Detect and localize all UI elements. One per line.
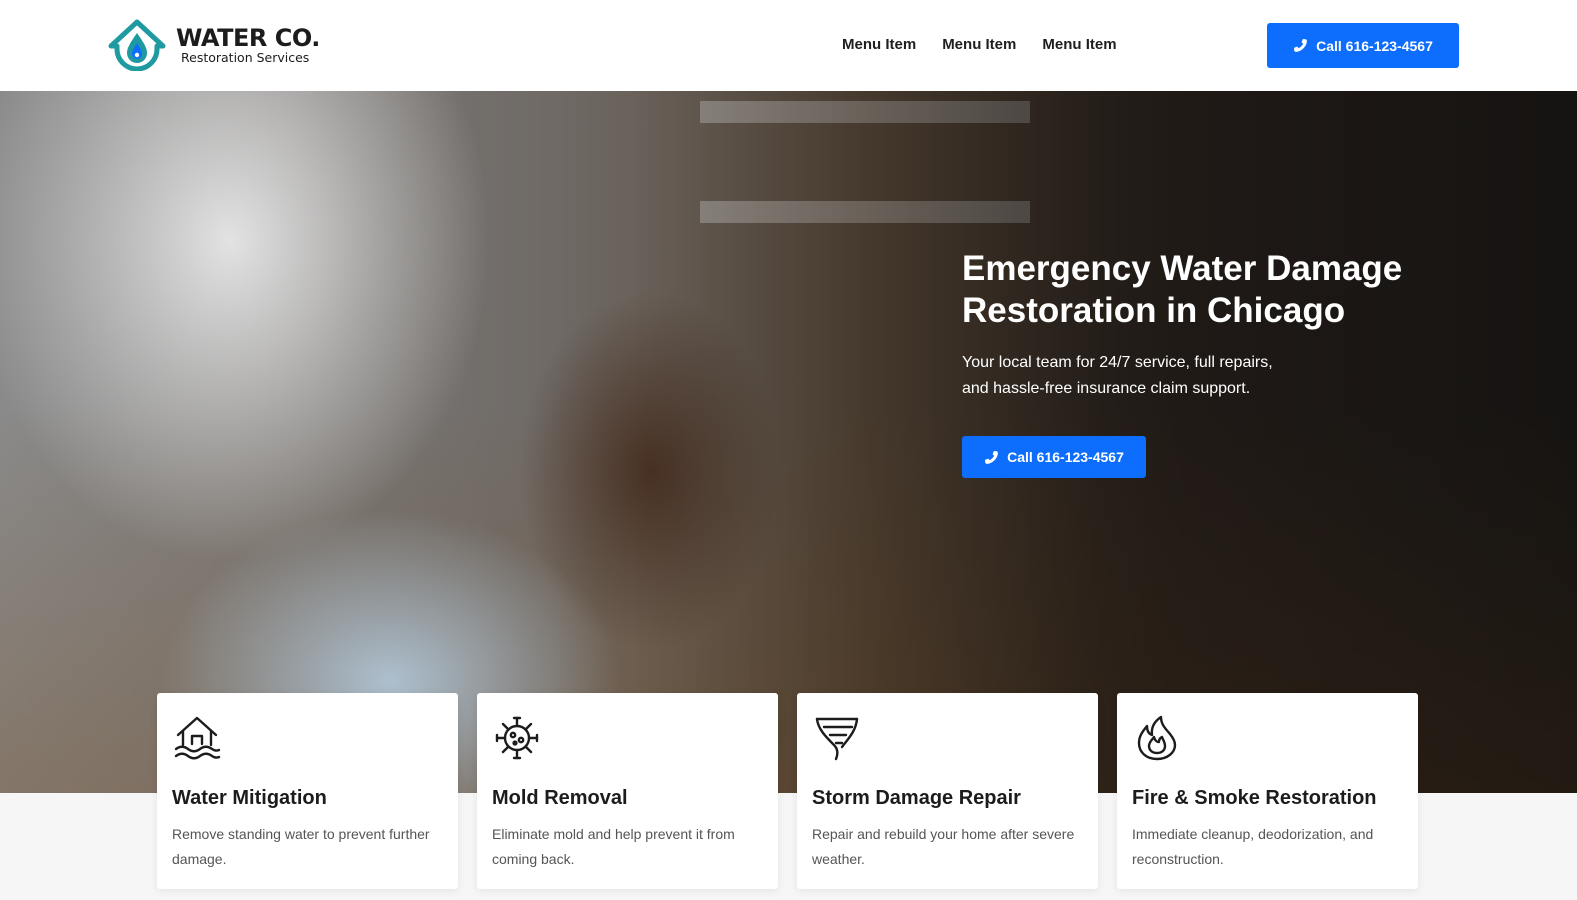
- phone-icon: [985, 450, 998, 464]
- phone-icon: [1294, 39, 1307, 52]
- hero-call-label: Call 616-123-4567: [1007, 449, 1124, 465]
- service-description: Repair and rebuild your home after sever…: [812, 826, 1075, 867]
- service-title: Storm Damage Repair: [812, 787, 1021, 809]
- main-nav: Menu Item Menu Item Menu Item: [842, 36, 1117, 53]
- services-list: Water Mitigation Remove standing water t…: [157, 693, 1418, 889]
- brand-name: WATER CO.: [176, 23, 320, 52]
- hero-subtitle: Your local team for 24/7 service, full r…: [962, 354, 1273, 397]
- mold-spore-icon: [495, 716, 539, 760]
- service-description: Remove standing water to prevent further…: [172, 826, 430, 867]
- header-call-button[interactable]: Call 616-123-4567: [1267, 23, 1459, 68]
- hero-overlay: [0, 91, 1577, 793]
- service-description: Immediate cleanup, deodorization, and re…: [1132, 826, 1374, 867]
- site-header: WATER CO. Restoration Services Menu Item…: [0, 0, 1577, 91]
- service-card-storm-damage[interactable]: Storm Damage Repair Repair and rebuild y…: [797, 693, 1098, 889]
- tornado-icon: [815, 717, 859, 761]
- service-title: Mold Removal: [492, 787, 628, 809]
- service-card-mold-removal[interactable]: Mold Removal Eliminate mold and help pre…: [477, 693, 778, 889]
- service-description: Eliminate mold and help prevent it from …: [492, 826, 735, 867]
- water-drop-house-icon: [108, 19, 166, 71]
- hero-title: Emergency Water Damage Restoration in Ch…: [962, 249, 1403, 330]
- header-call-label: Call 616-123-4567: [1316, 37, 1433, 54]
- fire-icon: [1137, 715, 1177, 761]
- service-card-water-mitigation[interactable]: Water Mitigation Remove standing water t…: [157, 693, 458, 889]
- hero-call-button[interactable]: Call 616-123-4567: [962, 436, 1146, 478]
- service-card-fire-smoke[interactable]: Fire & Smoke Restoration Immediate clean…: [1117, 693, 1418, 889]
- service-title: Fire & Smoke Restoration: [1132, 787, 1377, 809]
- hero-section: Emergency Water Damage Restoration in Ch…: [0, 91, 1577, 793]
- nav-item-3[interactable]: Menu Item: [1042, 36, 1116, 53]
- brand-tagline: Restoration Services: [181, 49, 310, 65]
- site-logo[interactable]: WATER CO. Restoration Services: [108, 19, 320, 71]
- nav-item-1[interactable]: Menu Item: [842, 36, 916, 53]
- logo-text: WATER CO. Restoration Services: [176, 26, 320, 65]
- house-water-icon: [174, 716, 221, 760]
- nav-item-2[interactable]: Menu Item: [942, 36, 1016, 53]
- service-title: Water Mitigation: [172, 787, 327, 809]
